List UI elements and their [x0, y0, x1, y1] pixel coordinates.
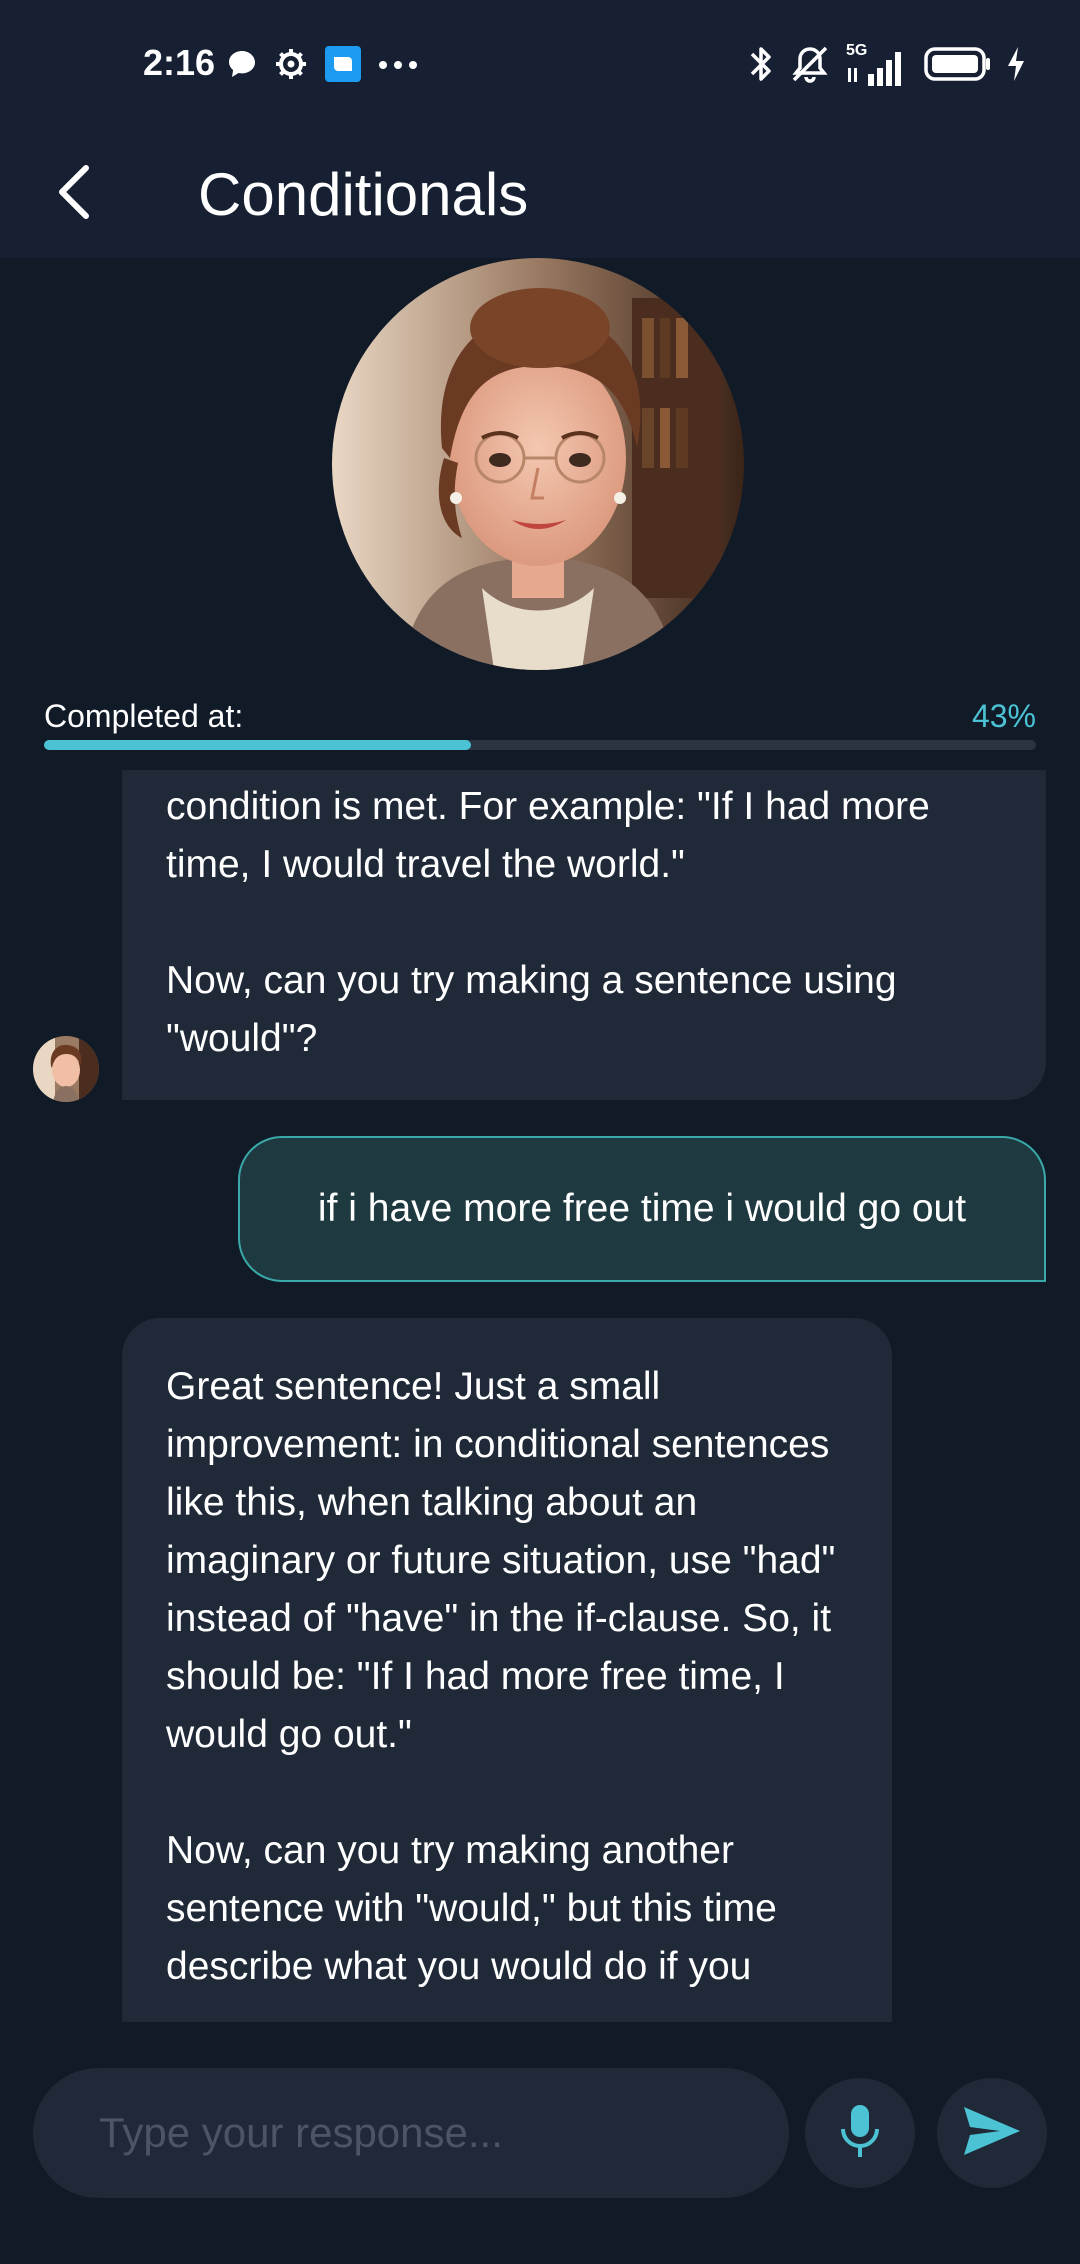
assistant-message: condition is met. For example: "If I had…	[122, 770, 1046, 1100]
chat-bubble-icon	[226, 48, 258, 85]
status-bar: 2:16 5G	[0, 0, 1080, 130]
bell-off-icon	[788, 44, 832, 89]
back-button[interactable]	[30, 150, 118, 238]
send-icon	[962, 2105, 1022, 2162]
battery-icon	[924, 46, 992, 86]
user-message: if i have more free time i would go out	[238, 1136, 1046, 1282]
progress-label: Completed at:	[44, 698, 244, 734]
tutor-avatar	[332, 258, 744, 670]
microphone-button[interactable]	[805, 2078, 915, 2188]
signal-icon: 5G	[846, 42, 910, 88]
progress-bar	[44, 740, 1036, 750]
response-input[interactable]	[33, 2068, 789, 2198]
assistant-message: Great sentence! Just a small improvement…	[122, 1318, 892, 2022]
chevron-left-icon	[52, 162, 96, 227]
page-title: Conditionals	[198, 161, 529, 228]
gear-icon	[274, 47, 308, 86]
more-dots-icon	[378, 57, 418, 75]
tutor-avatar-small	[33, 1036, 99, 1102]
status-time: 2:16	[143, 42, 216, 83]
microphone-icon	[838, 2103, 882, 2164]
chat-messages[interactable]: condition is met. For example: "If I had…	[0, 770, 1080, 2022]
progress-bar-fill	[44, 740, 471, 750]
charging-icon	[1006, 46, 1026, 87]
send-button[interactable]	[937, 2078, 1047, 2188]
app-bar: Conditionals	[0, 130, 1080, 258]
progress-percent: 43%	[971, 698, 1036, 734]
bluetooth-icon	[748, 44, 774, 89]
app-square-icon	[324, 45, 362, 88]
